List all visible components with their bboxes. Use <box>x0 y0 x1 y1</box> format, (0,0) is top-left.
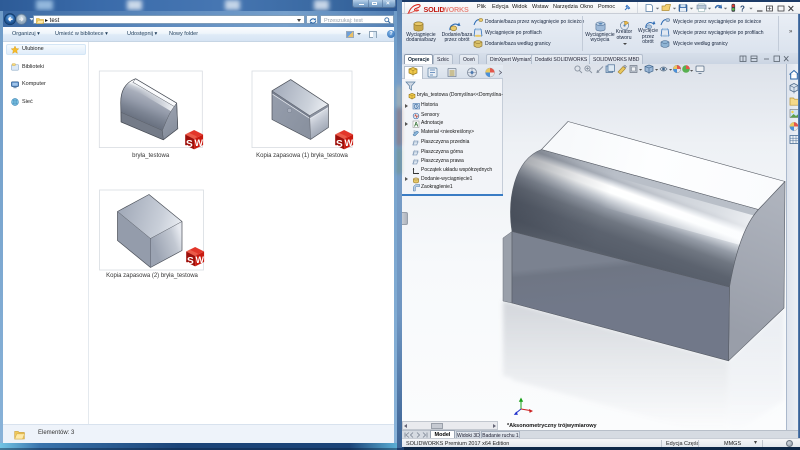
svg-text:S: S <box>186 139 193 150</box>
svg-text:Kopia zapasowa (1) bryła_test: Kopia zapasowa (1) bryła_testowa <box>256 153 348 159</box>
svg-text:A: A <box>414 122 419 128</box>
svg-text:Kopia zapasowa (2) bryła_test: Kopia zapasowa (2) bryła_testowa <box>106 273 198 279</box>
svg-text:?: ? <box>740 4 745 13</box>
svg-text:bryła_testowa: bryła_testowa <box>132 153 170 159</box>
svg-text:W: W <box>194 138 203 148</box>
